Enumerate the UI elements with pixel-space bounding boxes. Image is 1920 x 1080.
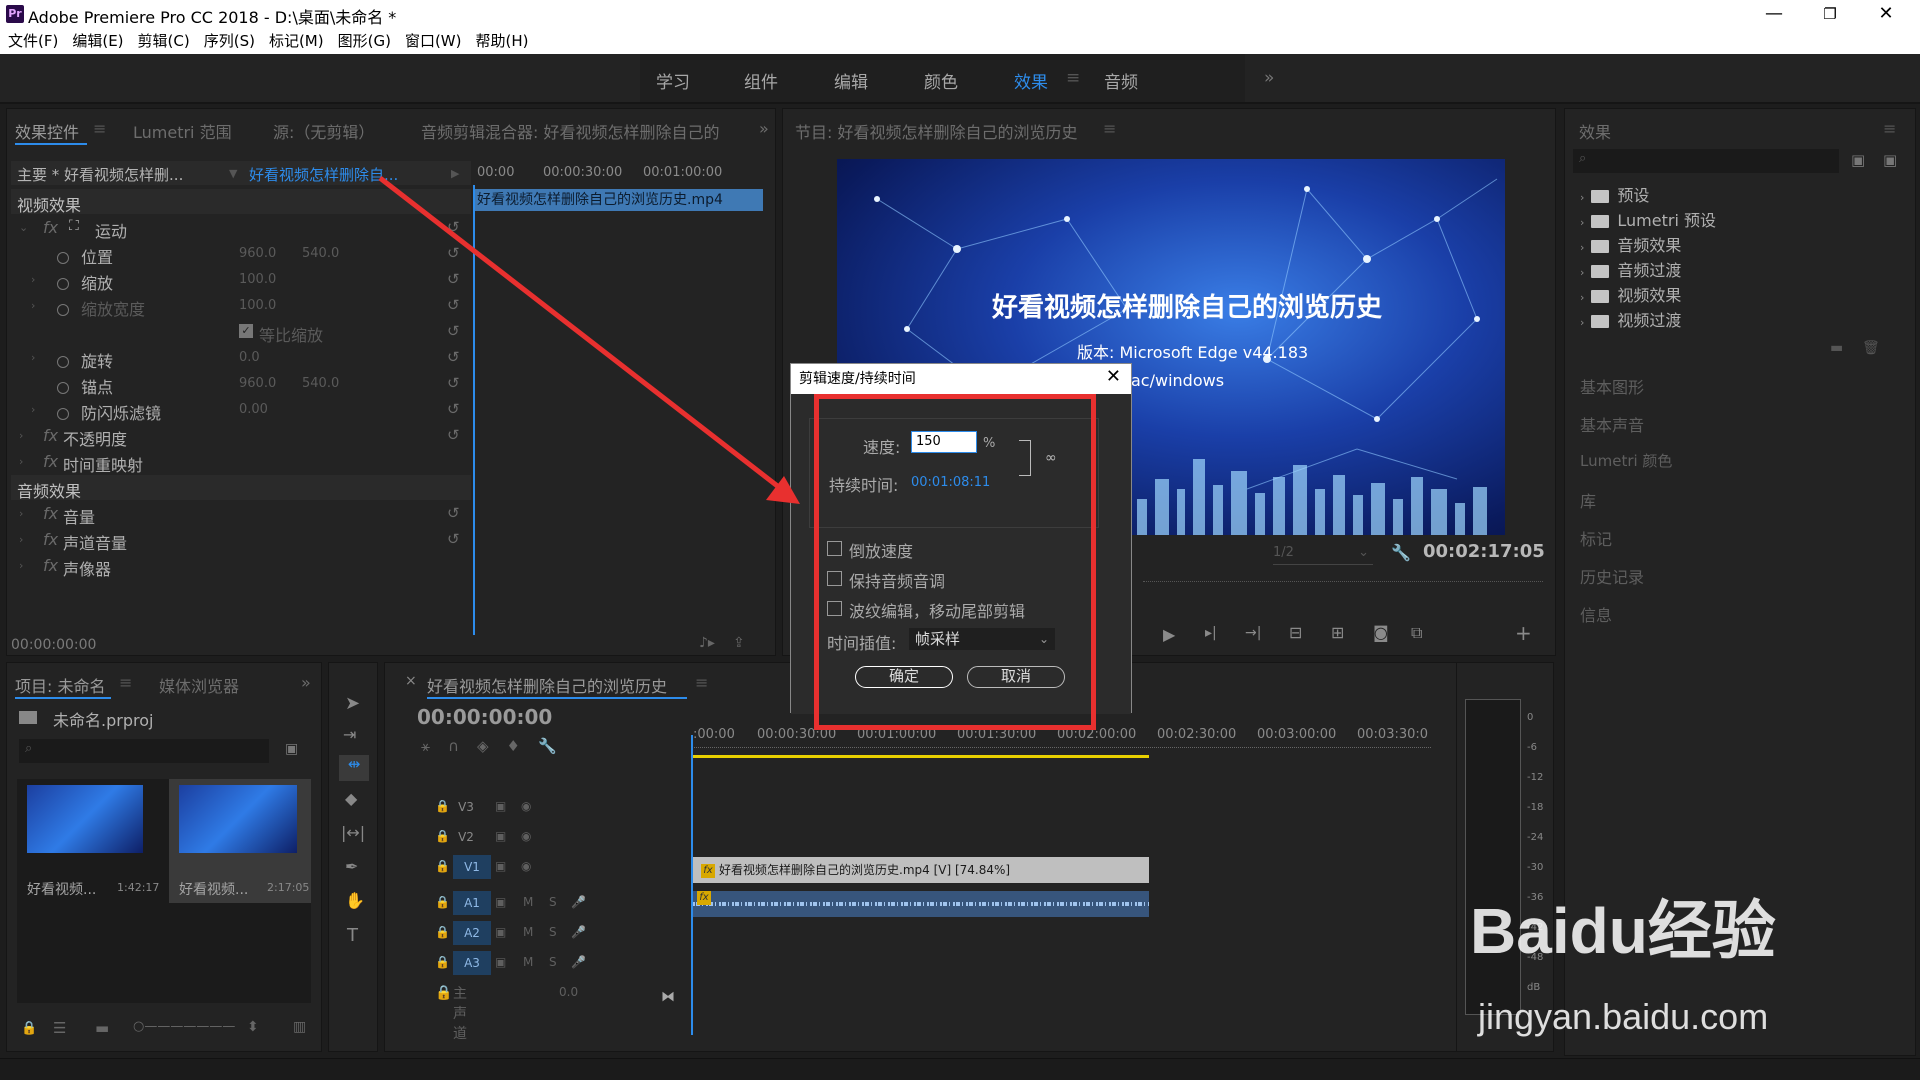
status-bar — [0, 1058, 1920, 1080]
baidu-watermark: Baidu经验 — [1470, 895, 1776, 967]
baidu-watermark-url: jingyan.baidu.com — [1478, 996, 1769, 1037]
